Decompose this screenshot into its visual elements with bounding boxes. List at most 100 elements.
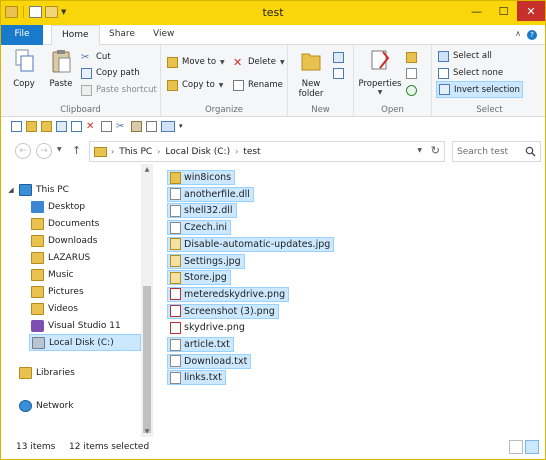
file-item[interactable]: win8icons xyxy=(167,170,236,185)
breadcrumb-this-pc[interactable]: This PC xyxy=(119,147,152,157)
rename-button[interactable]: Rename xyxy=(233,77,283,93)
copy-path-label: Copy path xyxy=(96,68,140,78)
file-item[interactable]: Screenshot (3).png xyxy=(167,303,279,319)
refresh-icon[interactable]: ↻ xyxy=(431,144,440,157)
breadcrumb-local-disk[interactable]: Local Disk (C:) xyxy=(165,147,230,157)
nav-item-libraries[interactable]: Libraries xyxy=(7,364,147,381)
cut-icon[interactable]: ✂ xyxy=(116,121,127,132)
jpg-file-icon xyxy=(170,271,181,284)
address-chevron-down-icon[interactable]: ▼ xyxy=(417,147,422,154)
history-button[interactable] xyxy=(406,82,417,98)
folder-move-icon[interactable] xyxy=(41,120,52,132)
select-none-icon xyxy=(438,67,449,79)
navigation-pane: ◢ This PC Desktop Documents Downloads LA… xyxy=(1,164,153,437)
tab-file[interactable]: File xyxy=(1,25,43,45)
move-to-button[interactable]: Move to ▼ xyxy=(167,54,225,70)
tab-view[interactable]: View xyxy=(143,25,184,45)
copy-button[interactable]: Copy xyxy=(7,48,41,89)
new-folder-label: New folder xyxy=(298,79,324,99)
paste-shortcut-button[interactable]: Paste shortcut xyxy=(81,82,157,98)
properties-button[interactable]: Properties ▼ xyxy=(356,48,404,96)
cut-button[interactable]: ✂ Cut xyxy=(81,49,111,65)
paste-icon[interactable] xyxy=(131,120,142,132)
txt-file-icon xyxy=(170,371,181,384)
details-view-icon[interactable] xyxy=(509,440,523,454)
organize-group-label: Organize xyxy=(204,105,244,115)
delete-button[interactable]: ✕ Delete ▼ xyxy=(233,54,285,70)
nav-scrollbar[interactable]: ▲ ▼ xyxy=(141,164,153,437)
folder-icon[interactable] xyxy=(26,120,37,132)
file-item[interactable]: skydrive.png xyxy=(167,320,249,335)
file-item[interactable]: Download.txt xyxy=(167,353,252,369)
scrollbar-thumb[interactable] xyxy=(143,286,151,433)
breadcrumb-chevron-icon[interactable]: › xyxy=(111,147,114,156)
file-name: shell32.dll xyxy=(184,205,233,217)
open-button[interactable] xyxy=(406,49,417,65)
edit-button[interactable] xyxy=(406,65,417,81)
copy-label: Copy xyxy=(13,79,35,89)
file-item[interactable]: links.txt xyxy=(167,370,226,386)
file-item[interactable]: Store.jpg xyxy=(167,270,231,286)
new-item-button[interactable] xyxy=(333,49,344,65)
tab-home[interactable]: Home xyxy=(51,25,100,46)
arrow-right-icon: → xyxy=(40,146,48,156)
select-none-label: Select none xyxy=(453,68,504,78)
breadcrumb-chevron-icon[interactable]: › xyxy=(235,147,238,156)
recent-locations-chevron-down-icon[interactable]: ▼ xyxy=(57,146,62,153)
new-item-icon xyxy=(333,51,344,63)
window-icon[interactable] xyxy=(56,120,67,132)
large-icons-view-icon[interactable] xyxy=(525,440,539,454)
select-all-button[interactable]: Select all xyxy=(438,48,492,64)
visual-studio-icon xyxy=(31,319,44,332)
file-item[interactable]: article.txt xyxy=(167,337,234,352)
nav-item-network[interactable]: Network xyxy=(7,397,147,414)
properties-chevron-down-icon: ▼ xyxy=(377,89,383,96)
tab-share[interactable]: Share xyxy=(99,25,145,45)
copy-path-button[interactable]: Copy path xyxy=(81,65,140,81)
checkbox-icon[interactable] xyxy=(11,120,22,132)
properties-icon[interactable] xyxy=(146,120,157,132)
close-button[interactable]: ✕ xyxy=(517,1,545,21)
up-arrow-icon[interactable]: ↑ xyxy=(72,144,81,157)
videos-folder-icon xyxy=(31,302,44,315)
easy-access-button[interactable] xyxy=(333,65,344,81)
open-group-label: Open xyxy=(381,105,404,115)
scroll-down-arrow-icon[interactable]: ▼ xyxy=(141,428,153,435)
select-none-button[interactable]: Select none xyxy=(438,65,503,81)
maximize-button[interactable]: ☐ xyxy=(490,1,517,21)
file-item[interactable]: Disable-automatic-updates.jpg xyxy=(167,236,335,252)
nav-item-this-pc[interactable]: ◢ This PC xyxy=(7,181,147,198)
file-item[interactable]: meteredskydrive.png xyxy=(167,286,290,302)
new-folder-icon xyxy=(301,53,321,71)
forward-button[interactable]: → xyxy=(36,143,52,159)
nav-item-local-disk[interactable]: Local Disk (C:) xyxy=(29,334,141,351)
ribbon-tabs: File Home Share View ∧ ? xyxy=(1,25,545,46)
file-item[interactable]: shell32.dll xyxy=(167,203,237,219)
back-button[interactable]: ← xyxy=(15,143,31,159)
new-folder-button[interactable]: New folder xyxy=(293,48,329,99)
invert-selection-button[interactable]: Invert selection xyxy=(436,81,523,98)
view-icon[interactable] xyxy=(161,120,175,132)
file-item[interactable]: Czech.ini xyxy=(167,220,232,236)
copy-to-button[interactable]: Copy to ▼ xyxy=(167,77,223,93)
breadcrumb-test[interactable]: test xyxy=(243,147,260,157)
nav-label: This PC xyxy=(36,184,69,195)
paste-button[interactable]: Paste xyxy=(44,48,78,89)
search-input[interactable]: Search test xyxy=(452,141,541,162)
documents-folder-icon xyxy=(31,217,44,230)
delete-icon[interactable]: ✕ xyxy=(86,121,97,132)
expanded-chevron-icon[interactable]: ◢ xyxy=(7,186,15,194)
address-bar[interactable]: › This PC › Local Disk (C:) › test ▼ ↻ xyxy=(89,141,445,162)
scroll-up-arrow-icon[interactable]: ▲ xyxy=(141,166,153,173)
scissors-icon: ✂ xyxy=(81,51,90,63)
minimize-button[interactable]: — xyxy=(463,1,490,21)
toolbar-chevron-down-icon[interactable]: ▾ xyxy=(179,121,190,132)
file-item[interactable]: anotherfile.dll xyxy=(167,186,254,202)
copy-icon[interactable] xyxy=(71,120,82,132)
search-placeholder: Search test xyxy=(457,146,509,157)
breadcrumb-chevron-icon[interactable]: › xyxy=(157,147,160,156)
rename-icon[interactable] xyxy=(101,120,112,132)
help-icon[interactable]: ? xyxy=(527,30,537,40)
file-item[interactable]: Settings.jpg xyxy=(167,253,245,269)
minimize-ribbon-chevron-icon[interactable]: ∧ xyxy=(515,29,521,38)
